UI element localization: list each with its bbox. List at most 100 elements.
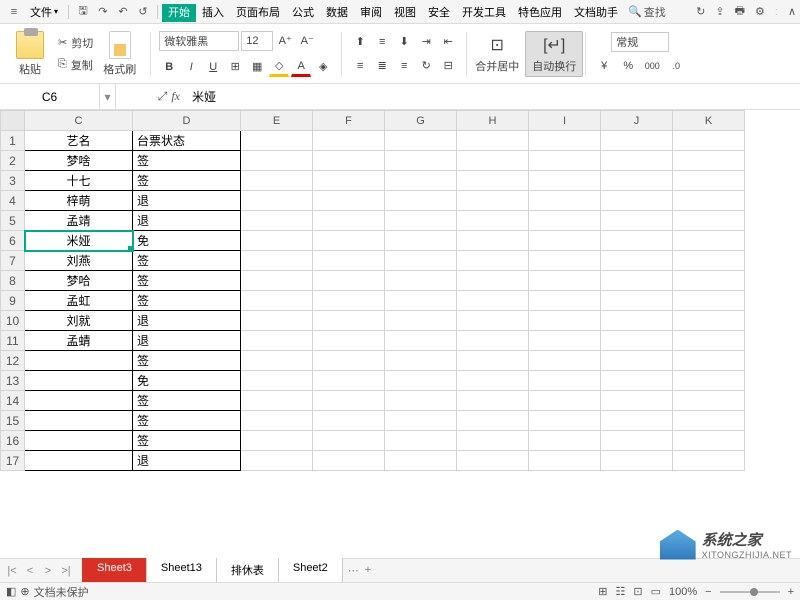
cell-G1[interactable] bbox=[385, 131, 457, 151]
cell-D4[interactable]: 退 bbox=[133, 191, 241, 211]
view-reading-icon[interactable]: ⊡ bbox=[633, 585, 642, 598]
cell-H16[interactable] bbox=[457, 431, 529, 451]
cell-H8[interactable] bbox=[457, 271, 529, 291]
cell-C6[interactable]: 米娅 bbox=[25, 231, 133, 251]
cell-H2[interactable] bbox=[457, 151, 529, 171]
col-header-K[interactable]: K bbox=[673, 111, 745, 131]
cell-C14[interactable] bbox=[25, 391, 133, 411]
cell-I12[interactable] bbox=[529, 351, 601, 371]
cell-J12[interactable] bbox=[601, 351, 673, 371]
paste-button[interactable]: 粘贴 bbox=[10, 29, 50, 79]
cell-H17[interactable] bbox=[457, 451, 529, 471]
cell-F15[interactable] bbox=[313, 411, 385, 431]
cell-F9[interactable] bbox=[313, 291, 385, 311]
cell-G6[interactable] bbox=[385, 231, 457, 251]
copy-button[interactable]: ⎘复制 bbox=[58, 57, 93, 73]
cell-G14[interactable] bbox=[385, 391, 457, 411]
cell-E13[interactable] bbox=[241, 371, 313, 391]
cell-E10[interactable] bbox=[241, 311, 313, 331]
cell-E12[interactable] bbox=[241, 351, 313, 371]
cell-J2[interactable] bbox=[601, 151, 673, 171]
cell-C16[interactable] bbox=[25, 431, 133, 451]
cell-H7[interactable] bbox=[457, 251, 529, 271]
col-header-H[interactable]: H bbox=[457, 111, 529, 131]
cloud-icon[interactable]: ↻ bbox=[696, 5, 705, 18]
sheet-tab-排休表[interactable]: 排休表 bbox=[216, 558, 279, 583]
cell-D9[interactable]: 签 bbox=[133, 291, 241, 311]
cell-K4[interactable] bbox=[673, 191, 745, 211]
cell-G10[interactable] bbox=[385, 311, 457, 331]
cell-H10[interactable] bbox=[457, 311, 529, 331]
row-header-1[interactable]: 1 bbox=[1, 131, 25, 151]
cell-G9[interactable] bbox=[385, 291, 457, 311]
add-sheet-button[interactable]: + bbox=[365, 564, 371, 577]
col-header-E[interactable]: E bbox=[241, 111, 313, 131]
border-button[interactable]: ⊞ bbox=[225, 57, 245, 77]
cell-I11[interactable] bbox=[529, 331, 601, 351]
cell-C17[interactable] bbox=[25, 451, 133, 471]
cell-E11[interactable] bbox=[241, 331, 313, 351]
cell-G7[interactable] bbox=[385, 251, 457, 271]
cell-D8[interactable]: 签 bbox=[133, 271, 241, 291]
cell-F10[interactable] bbox=[313, 311, 385, 331]
cell-D10[interactable]: 退 bbox=[133, 311, 241, 331]
cell-C15[interactable] bbox=[25, 411, 133, 431]
orientation-button[interactable]: ↻ bbox=[416, 56, 436, 76]
cell-J4[interactable] bbox=[601, 191, 673, 211]
cell-I4[interactable] bbox=[529, 191, 601, 211]
bold-button[interactable]: B bbox=[159, 57, 179, 77]
increase-font-button[interactable]: A⁺ bbox=[275, 31, 295, 51]
font-name-combo[interactable]: 微软雅黑 bbox=[159, 31, 239, 51]
decrease-font-button[interactable]: A⁻ bbox=[297, 31, 317, 51]
font-color-button[interactable]: A bbox=[291, 57, 311, 77]
row-header-3[interactable]: 3 bbox=[1, 171, 25, 191]
clear-format-button[interactable]: ◈ bbox=[313, 57, 333, 77]
cell-C10[interactable]: 刘就 bbox=[25, 311, 133, 331]
cell-D16[interactable]: 签 bbox=[133, 431, 241, 451]
menu-icon[interactable]: ≡ bbox=[4, 6, 24, 18]
zoom-out-button[interactable]: − bbox=[705, 586, 711, 598]
cell-H6[interactable] bbox=[457, 231, 529, 251]
cell-E17[interactable] bbox=[241, 451, 313, 471]
col-header-G[interactable]: G bbox=[385, 111, 457, 131]
sheet-more-icon[interactable]: ⋯ bbox=[348, 564, 359, 577]
cell-I16[interactable] bbox=[529, 431, 601, 451]
cell-C9[interactable]: 孟虹 bbox=[25, 291, 133, 311]
menu-tab-10[interactable]: 文档助手 bbox=[568, 4, 624, 22]
italic-button[interactable]: I bbox=[181, 57, 201, 77]
cell-C8[interactable]: 梦哈 bbox=[25, 271, 133, 291]
cell-G13[interactable] bbox=[385, 371, 457, 391]
cell-I15[interactable] bbox=[529, 411, 601, 431]
cell-E14[interactable] bbox=[241, 391, 313, 411]
font-size-combo[interactable]: 12 bbox=[241, 31, 273, 51]
view-page-icon[interactable]: ☷ bbox=[615, 585, 625, 598]
cell-D3[interactable]: 签 bbox=[133, 171, 241, 191]
cell-F5[interactable] bbox=[313, 211, 385, 231]
spreadsheet-grid[interactable]: CDEFGHIJK1艺名台票状态2梦啥签3十七签4梓萌退5孟靖退6米娅免7刘燕签… bbox=[0, 110, 745, 471]
cell-F11[interactable] bbox=[313, 331, 385, 351]
cell-C1[interactable]: 艺名 bbox=[25, 131, 133, 151]
cell-G4[interactable] bbox=[385, 191, 457, 211]
formula-input[interactable]: 米娅 bbox=[186, 88, 800, 105]
cell-I14[interactable] bbox=[529, 391, 601, 411]
row-header-17[interactable]: 17 bbox=[1, 451, 25, 471]
settings-icon[interactable]: ⚙ bbox=[755, 5, 765, 18]
cell-E1[interactable] bbox=[241, 131, 313, 151]
cell-F17[interactable] bbox=[313, 451, 385, 471]
cell-E9[interactable] bbox=[241, 291, 313, 311]
cell-K7[interactable] bbox=[673, 251, 745, 271]
search-button[interactable]: 🔍查找 bbox=[628, 4, 666, 20]
cell-F1[interactable] bbox=[313, 131, 385, 151]
view-normal-icon[interactable]: ⊞ bbox=[598, 585, 607, 598]
cell-E3[interactable] bbox=[241, 171, 313, 191]
cell-F14[interactable] bbox=[313, 391, 385, 411]
cell-J8[interactable] bbox=[601, 271, 673, 291]
cell-K11[interactable] bbox=[673, 331, 745, 351]
sheet-nav-last[interactable]: >| bbox=[58, 565, 74, 577]
cell-I1[interactable] bbox=[529, 131, 601, 151]
row-header-6[interactable]: 6 bbox=[1, 231, 25, 251]
cell-G12[interactable] bbox=[385, 351, 457, 371]
cell-J16[interactable] bbox=[601, 431, 673, 451]
fx-expand-icon[interactable]: ⤢ bbox=[158, 89, 168, 104]
cell-I5[interactable] bbox=[529, 211, 601, 231]
